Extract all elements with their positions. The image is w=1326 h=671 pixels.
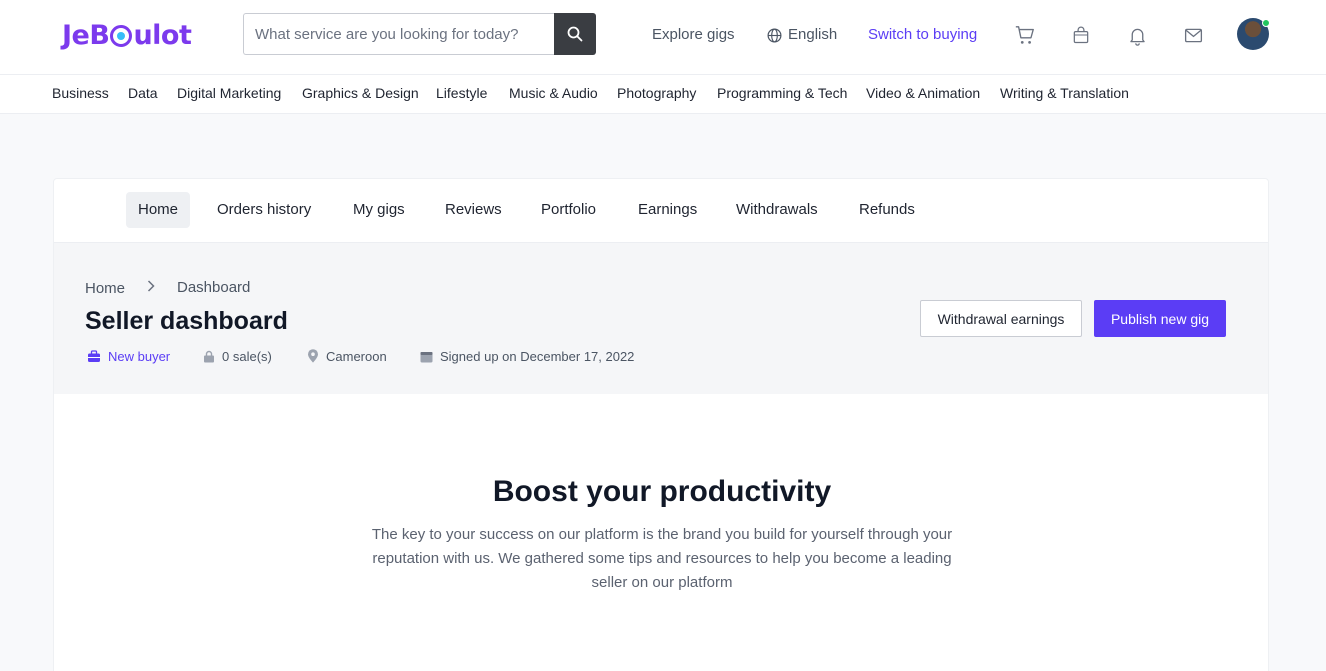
explore-gigs-link[interactable]: Explore gigs <box>652 24 735 46</box>
category-graphics-design[interactable]: Graphics & Design <box>302 85 419 101</box>
tab-my-gigs[interactable]: My gigs <box>353 192 405 228</box>
category-music-audio[interactable]: Music & Audio <box>509 85 598 101</box>
category-digital-marketing[interactable]: Digital Marketing <box>177 85 281 101</box>
dashboard-tabs: Home Orders history My gigs Reviews Port… <box>54 179 1268 243</box>
tab-home[interactable]: Home <box>126 192 191 228</box>
sales-count-label: 0 sale(s) <box>222 348 272 364</box>
orders-button[interactable] <box>1069 23 1093 47</box>
online-status-dot <box>1262 19 1270 27</box>
user-avatar[interactable] <box>1237 18 1270 50</box>
shopping-bag-icon <box>1073 26 1089 44</box>
tab-earnings[interactable]: Earnings <box>638 192 697 228</box>
buyer-status-label: New buyer <box>108 348 171 364</box>
tab-portfolio[interactable]: Portfolio <box>541 192 596 228</box>
cart-button[interactable] <box>1013 23 1037 47</box>
bell-icon <box>1129 28 1145 46</box>
category-business[interactable]: Business <box>52 85 109 101</box>
dashboard-header: Home Dashboard Seller dashboard New buye… <box>54 243 1268 394</box>
logo-mark-icon <box>110 25 133 47</box>
sales-count: 0 sale(s) <box>203 347 272 365</box>
boost-heading: Boost your productivity <box>492 475 832 508</box>
breadcrumb-home[interactable]: Home <box>85 280 125 297</box>
category-photography[interactable]: Photography <box>617 85 696 101</box>
seller-location: Cameroon <box>307 347 387 365</box>
switch-to-buying-link[interactable]: Switch to buying <box>868 24 977 46</box>
search-button[interactable] <box>554 13 596 55</box>
calendar-icon <box>420 351 433 362</box>
category-data[interactable]: Data <box>128 85 158 101</box>
top-header: JeB ulot Explore gigs English Switch to b… <box>0 0 1326 75</box>
messages-button[interactable] <box>1181 23 1205 47</box>
logo-text-right: ulot <box>133 19 192 51</box>
tab-orders-history[interactable]: Orders history <box>217 192 311 228</box>
logo-text-left: JeB <box>62 19 110 51</box>
publish-new-gig-button[interactable]: Publish new gig <box>1094 300 1226 337</box>
search-bar <box>243 13 596 55</box>
boost-description: The key to your success on our platform … <box>371 526 953 591</box>
globe-icon <box>767 28 782 42</box>
signup-date: Signed up on December 17, 2022 <box>420 347 634 365</box>
seller-location-label: Cameroon <box>326 348 387 364</box>
search-input[interactable] <box>243 13 554 55</box>
search-icon <box>567 26 583 42</box>
tab-refunds[interactable]: Refunds <box>859 192 915 228</box>
page-title: Seller dashboard <box>85 307 288 335</box>
breadcrumb-current: Dashboard <box>177 279 251 296</box>
language-label: English <box>788 26 838 43</box>
withdrawal-earnings-button[interactable]: Withdrawal earnings <box>920 300 1082 337</box>
category-nav: Business Data Digital Marketing Graphics… <box>0 75 1326 114</box>
tab-withdrawals[interactable]: Withdrawals <box>736 192 818 228</box>
category-programming-tech[interactable]: Programming & Tech <box>717 85 847 101</box>
location-pin-icon <box>308 349 318 363</box>
lock-icon <box>204 350 214 362</box>
mail-icon <box>1184 28 1202 42</box>
logo[interactable]: JeB ulot <box>62 17 192 53</box>
tab-reviews[interactable]: Reviews <box>445 192 502 228</box>
signup-date-label: Signed up on December 17, 2022 <box>440 348 635 364</box>
category-video-animation[interactable]: Video & Animation <box>866 85 980 101</box>
category-lifestyle[interactable]: Lifestyle <box>436 85 487 101</box>
buyer-status-badge: New buyer <box>87 347 170 365</box>
language-selector[interactable]: English <box>767 24 837 46</box>
briefcase-icon <box>88 349 100 362</box>
cart-icon <box>1015 26 1034 44</box>
seller-dashboard-card: Home Orders history My gigs Reviews Port… <box>53 178 1269 671</box>
chevron-right-icon <box>146 279 156 298</box>
category-writing-translation[interactable]: Writing & Translation <box>1000 85 1129 101</box>
notifications-button[interactable] <box>1125 23 1149 47</box>
